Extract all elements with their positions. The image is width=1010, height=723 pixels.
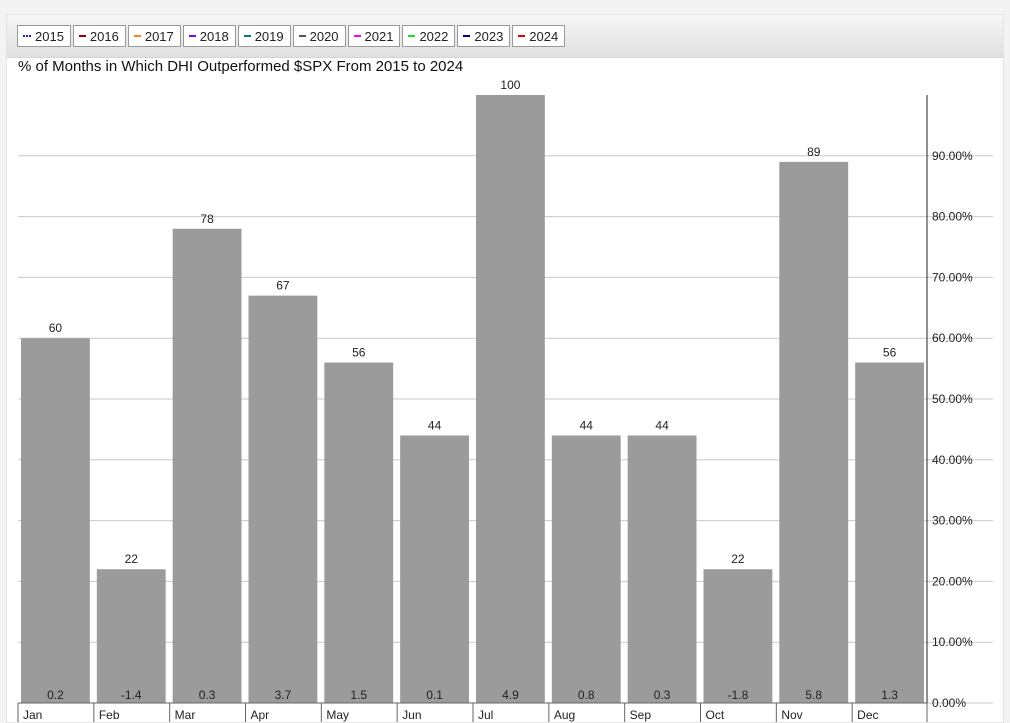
x-tick-label: May — [326, 708, 349, 722]
bar-jul — [476, 95, 545, 703]
bar-value-label: 78 — [200, 212, 214, 226]
bar-dec — [855, 362, 924, 703]
y-tick-label: 60.00% — [932, 331, 973, 345]
bar-bottom-label: -1.8 — [728, 688, 749, 702]
x-tick-label: Jun — [402, 708, 421, 722]
bar-value-label: 56 — [883, 346, 897, 360]
x-tick-label: Feb — [99, 708, 120, 722]
y-tick-label: 10.00% — [932, 635, 973, 649]
bar-jun — [400, 435, 469, 703]
bar-nov — [779, 161, 849, 703]
bar-oct — [703, 569, 773, 703]
bar-bottom-label: 0.3 — [654, 688, 671, 702]
bar-bottom-label: -1.4 — [121, 688, 142, 702]
x-tick-label: Apr — [251, 708, 270, 722]
y-tick-label: 50.00% — [932, 392, 973, 406]
y-tick-label: 40.00% — [932, 453, 973, 467]
x-tick-label: Dec — [857, 708, 878, 722]
bar-value-label: 44 — [655, 418, 669, 432]
bar-value-label: 22 — [125, 552, 139, 566]
bar-value-label: 67 — [276, 279, 290, 293]
x-tick-label: Aug — [554, 708, 575, 722]
bar-mar — [172, 228, 242, 703]
x-tick-label: Mar — [175, 708, 196, 722]
y-tick-label: 20.00% — [932, 574, 973, 588]
y-tick-label: 30.00% — [932, 514, 973, 528]
bar-jan — [21, 338, 90, 703]
bar-bottom-label: 0.2 — [47, 688, 64, 702]
bar-may — [324, 362, 394, 703]
bar-sep — [627, 435, 697, 703]
bar-value-label: 60 — [49, 321, 63, 335]
bar-bottom-label: 4.9 — [502, 688, 519, 702]
bar-chart: 0.00% 10.00% 20.00% 30.00% 40.00% 50.00% 60.00… — [17, 78, 993, 722]
bar-bottom-label: 3.7 — [275, 688, 292, 702]
chart-panel: 2015 2016 2017 2018 2019 2020 2021 2022 2023 2024… — [6, 14, 1004, 723]
y-tick-label: 0.00% — [932, 696, 966, 710]
bar-value-label: 56 — [352, 346, 366, 360]
bar-bottom-label: 0.1 — [426, 688, 443, 702]
x-tick-label: Sep — [630, 708, 652, 722]
bar-bottom-label: 0.8 — [578, 688, 595, 702]
bar-bottom-label: 0.3 — [199, 688, 216, 702]
bar-value-label: 89 — [807, 145, 821, 159]
bar-bottom-label: 5.8 — [805, 688, 822, 702]
x-tick-label: Jan — [23, 708, 42, 722]
bar-feb — [96, 569, 166, 703]
bar-value-label: 22 — [731, 552, 745, 566]
bar-apr — [248, 295, 318, 703]
bar-value-label: 100 — [500, 78, 520, 92]
x-tick-label: Nov — [781, 708, 802, 722]
bar-value-label: 44 — [428, 418, 442, 432]
x-tick-label: Jul — [478, 708, 493, 722]
bar-bottom-label: 1.3 — [881, 688, 898, 702]
y-tick-label: 70.00% — [932, 270, 973, 284]
bar-value-label: 44 — [580, 418, 594, 432]
y-tick-label: 90.00% — [932, 149, 973, 163]
bar-bottom-label: 1.5 — [350, 688, 367, 702]
bar-aug — [551, 435, 621, 703]
y-tick-label: 80.00% — [932, 210, 973, 224]
x-tick-label: Oct — [706, 708, 725, 722]
